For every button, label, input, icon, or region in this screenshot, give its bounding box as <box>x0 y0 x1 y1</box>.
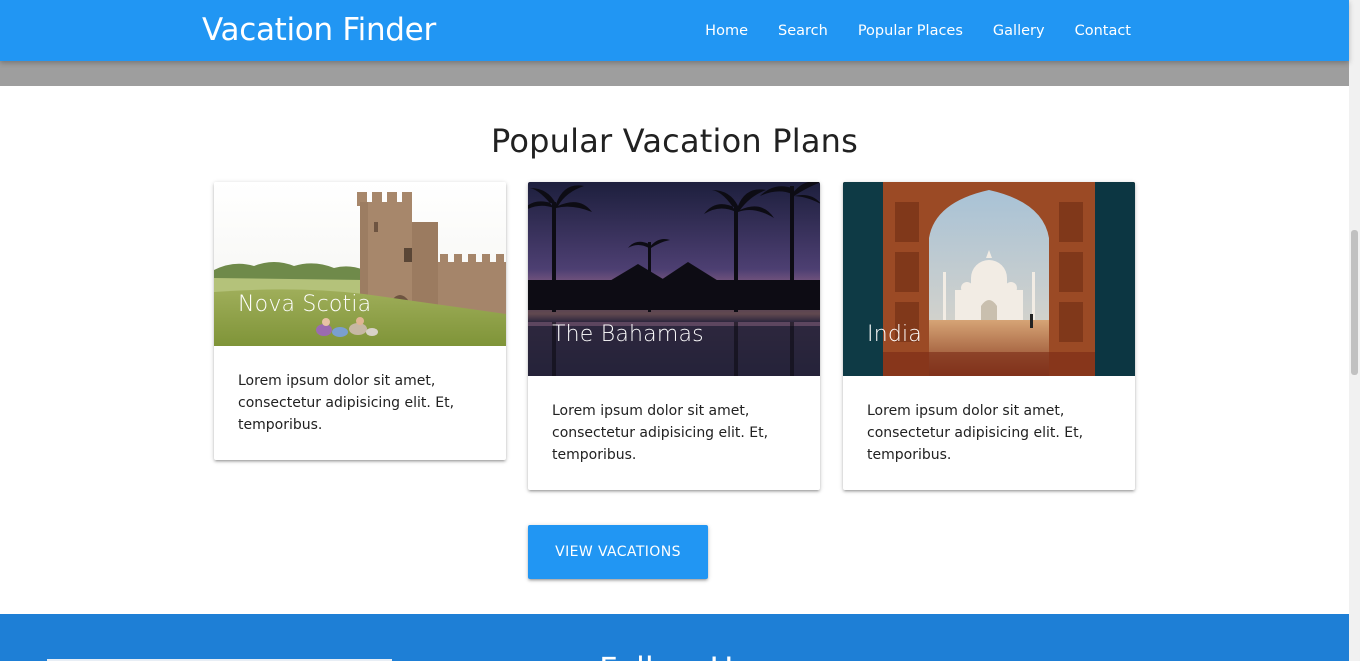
hero-bottom-strip <box>0 61 1349 86</box>
card-title-nova-scotia: Nova Scotia <box>238 292 372 317</box>
card-title-india: India <box>867 322 922 347</box>
scrollbar-thumb[interactable] <box>1351 230 1358 375</box>
follow-us-section: Follow Us <box>0 614 1349 661</box>
brand-logo[interactable]: Vacation Finder <box>202 10 436 50</box>
card-image-india: India <box>843 182 1135 376</box>
card-nova-scotia[interactable]: Nova Scotia Lorem ipsum dolor sit amet, … <box>214 182 506 460</box>
section-title: Popular Vacation Plans <box>491 122 858 160</box>
nav-link-home[interactable]: Home <box>705 21 748 41</box>
card-content: Lorem ipsum dolor sit amet, consectetur … <box>552 403 769 463</box>
card-image-nova-scotia: Nova Scotia <box>214 182 506 346</box>
nav-link-gallery[interactable]: Gallery <box>993 21 1045 41</box>
nav-link-contact[interactable]: Contact <box>1075 21 1131 41</box>
castle-image <box>214 182 506 346</box>
navbar: Vacation Finder Home Search Popular Plac… <box>0 0 1349 61</box>
nav-links: Home Search Popular Places Gallery Conta… <box>705 0 1131 61</box>
card-image-the-bahamas: The Bahamas <box>528 182 820 376</box>
card-the-bahamas[interactable]: The Bahamas Lorem ipsum dolor sit amet, … <box>528 182 820 490</box>
view-vacations-button[interactable]: VIEW VACATIONS <box>528 525 708 579</box>
card-content: Lorem ipsum dolor sit amet, consectetur … <box>867 403 1084 463</box>
card-title-the-bahamas: The Bahamas <box>552 322 704 347</box>
nav-link-popular-places[interactable]: Popular Places <box>858 21 963 41</box>
card-content: Lorem ipsum dolor sit amet, consectetur … <box>238 373 455 433</box>
page-scrollbar[interactable] <box>1349 0 1360 661</box>
card-india[interactable]: India Lorem ipsum dolor sit amet, consec… <box>843 182 1135 490</box>
nav-link-search[interactable]: Search <box>778 21 828 41</box>
